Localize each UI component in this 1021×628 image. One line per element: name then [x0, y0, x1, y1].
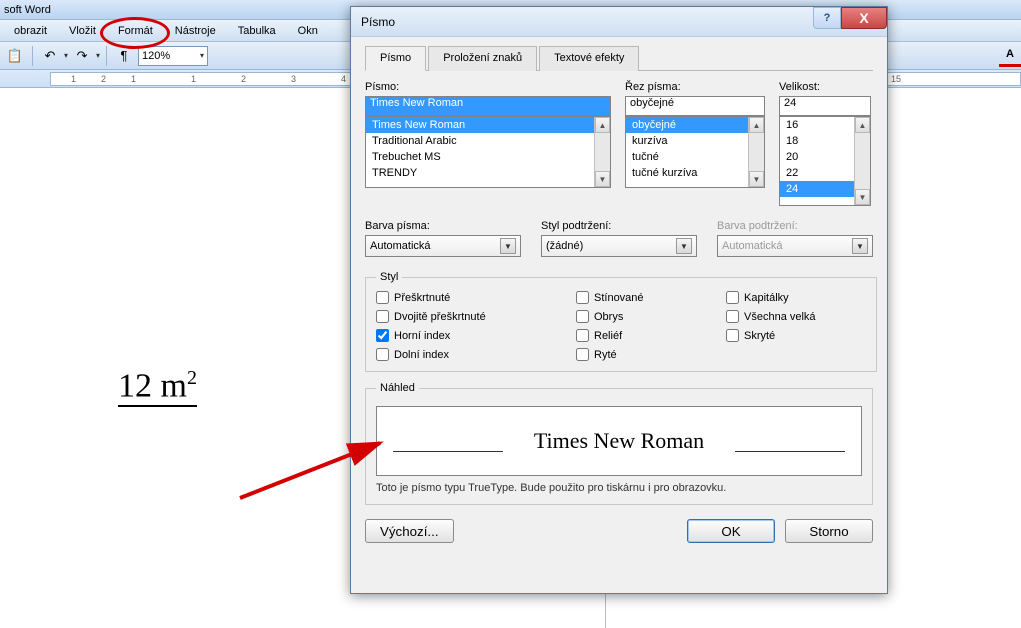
chk-outline[interactable]: Obrys	[576, 310, 726, 323]
style-input[interactable]: obyčejné	[625, 96, 765, 116]
undo-icon[interactable]: ↶	[39, 45, 61, 67]
document-text: 12 m2	[118, 368, 197, 407]
chevron-down-icon: ▾	[200, 51, 204, 60]
menu-view[interactable]: obrazit	[4, 22, 57, 40]
list-item[interactable]: Times New Roman	[366, 117, 610, 133]
scroll-down-icon[interactable]: ▼	[595, 171, 610, 187]
chevron-down-icon: ▼	[676, 238, 692, 254]
chk-subscript[interactable]: Dolní index	[376, 348, 576, 361]
scroll-up-icon[interactable]: ▲	[595, 117, 610, 133]
close-button[interactable]: X	[841, 7, 887, 29]
menu-tools[interactable]: Nástroje	[165, 22, 226, 40]
chevron-down-icon: ▼	[852, 238, 868, 254]
menu-insert[interactable]: Vložit	[59, 22, 106, 40]
help-button[interactable]: ?	[813, 7, 841, 29]
ok-button[interactable]: OK	[687, 519, 775, 543]
size-input[interactable]: 24	[779, 96, 871, 116]
list-item[interactable]: tučné	[626, 149, 764, 165]
list-item[interactable]: Trebuchet MS	[366, 149, 610, 165]
style-listbox[interactable]: obyčejné kurzíva tučné tučné kurzíva ▲ ▼	[625, 116, 765, 188]
list-item[interactable]: kurzíva	[626, 133, 764, 149]
label-font: Písmo:	[365, 81, 611, 93]
dialog-titlebar[interactable]: Písmo ? X	[351, 7, 887, 37]
underline-style-combo[interactable]: (žádné) ▼	[541, 235, 697, 257]
cancel-button[interactable]: Storno	[785, 519, 873, 543]
scrollbar[interactable]: ▲ ▼	[854, 117, 870, 205]
preview-text: Times New Roman	[534, 428, 704, 454]
redo-dropdown-icon[interactable]: ▾	[96, 51, 100, 60]
scrollbar[interactable]: ▲ ▼	[594, 117, 610, 187]
label-underline-color: Barva podtržení:	[717, 220, 873, 232]
scroll-down-icon[interactable]: ▼	[749, 171, 764, 187]
font-color-icon[interactable]: A	[999, 45, 1021, 67]
chk-engrave[interactable]: Ryté	[576, 348, 726, 361]
scroll-up-icon[interactable]: ▲	[749, 117, 764, 133]
separator	[32, 46, 33, 66]
chk-hidden[interactable]: Skryté	[726, 329, 866, 342]
menu-format[interactable]: Formát	[108, 22, 163, 40]
scrollbar[interactable]: ▲ ▼	[748, 117, 764, 187]
menu-window[interactable]: Okn	[288, 22, 328, 40]
style-group: Styl Přeškrtnuté Stínované Kapitálky Dvo…	[365, 271, 877, 372]
chk-allcaps[interactable]: Všechna velká	[726, 310, 866, 323]
label-style: Řez písma:	[625, 81, 765, 93]
tab-row: Písmo Proložení znaků Textové efekty	[365, 45, 873, 71]
paste-icon[interactable]: 📋	[4, 45, 26, 67]
font-color-combo[interactable]: Automatická ▼	[365, 235, 521, 257]
preview-legend: Náhled	[376, 382, 419, 394]
chk-dbl-strike[interactable]: Dvojitě přeškrtnuté	[376, 310, 576, 323]
redo-icon[interactable]: ↷	[71, 45, 93, 67]
font-dialog: Písmo ? X Písmo Proložení znaků Textové …	[350, 6, 888, 594]
label-underline-style: Styl podtržení:	[541, 220, 697, 232]
label-size: Velikost:	[779, 81, 871, 93]
list-item[interactable]: obyčejné	[626, 117, 764, 133]
default-button[interactable]: Výchozí...	[365, 519, 454, 543]
preview-group: Náhled Times New Roman Toto je písmo typ…	[365, 382, 873, 505]
menu-table[interactable]: Tabulka	[228, 22, 286, 40]
list-item[interactable]: Traditional Arabic	[366, 133, 610, 149]
tab-char-spacing[interactable]: Proložení znaků	[428, 46, 537, 71]
tab-text-effects[interactable]: Textové efekty	[539, 46, 639, 71]
scroll-up-icon[interactable]: ▲	[855, 117, 870, 133]
chevron-down-icon: ▼	[500, 238, 516, 254]
chk-strike[interactable]: Přeškrtnuté	[376, 291, 576, 304]
scroll-down-icon[interactable]: ▼	[855, 189, 870, 205]
pilcrow-icon[interactable]: ¶	[113, 45, 135, 67]
zoom-input[interactable]: 120% ▾	[138, 46, 208, 66]
list-item[interactable]: TRENDY	[366, 165, 610, 181]
zoom-value: 120%	[142, 50, 170, 62]
underline-color-combo: Automatická ▼	[717, 235, 873, 257]
chk-shadow[interactable]: Stínované	[576, 291, 726, 304]
chk-smallcaps[interactable]: Kapitálky	[726, 291, 866, 304]
dialog-title: Písmo	[361, 15, 395, 29]
preview-box: Times New Roman	[376, 406, 862, 476]
list-item[interactable]: tučné kurzíva	[626, 165, 764, 181]
font-listbox[interactable]: Times New Roman Traditional Arabic Trebu…	[365, 116, 611, 188]
chk-superscript[interactable]: Horní index	[376, 329, 576, 342]
tab-font[interactable]: Písmo	[365, 46, 426, 71]
chk-emboss[interactable]: Reliéf	[576, 329, 726, 342]
truetype-note: Toto je písmo typu TrueType. Bude použit…	[376, 482, 862, 494]
style-group-legend: Styl	[376, 271, 402, 283]
label-color: Barva písma:	[365, 220, 521, 232]
undo-dropdown-icon[interactable]: ▾	[64, 51, 68, 60]
separator	[106, 46, 107, 66]
size-listbox[interactable]: 16 18 20 22 24 ▲ ▼	[779, 116, 871, 206]
font-input[interactable]: Times New Roman	[365, 96, 611, 116]
